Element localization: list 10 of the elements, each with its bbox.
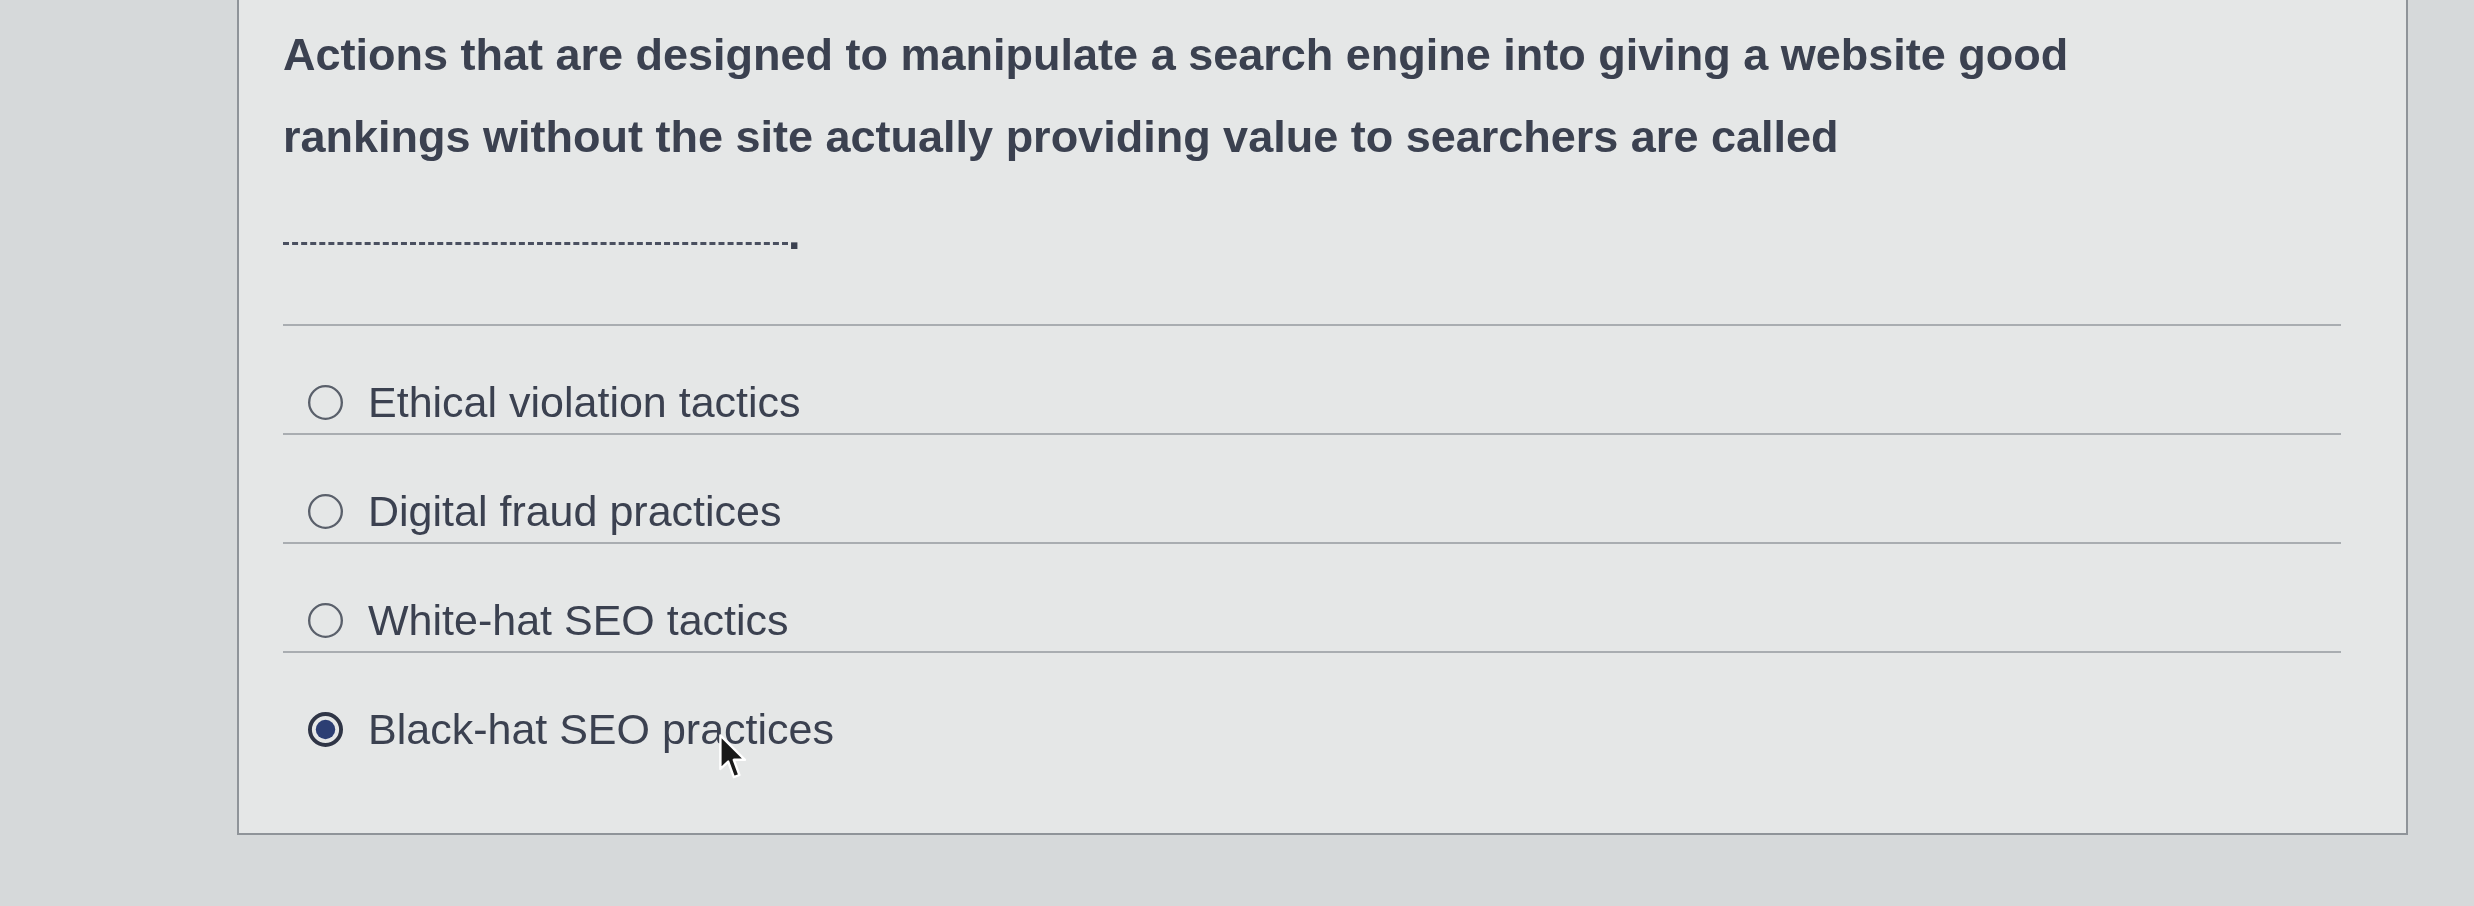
option-label[interactable]: Ethical violation tactics — [368, 379, 801, 425]
question-text: Actions that are designed to manipulate a search engine into giving a website good rankings without the site actually providing value to searchers are called — [283, 28, 2070, 164]
option-label[interactable]: White-hat SEO tactics — [368, 597, 789, 643]
radio-button[interactable] — [308, 711, 343, 747]
radio-button[interactable] — [308, 493, 343, 529]
period-text: . — [788, 211, 801, 261]
option-label[interactable]: Black-hat SEO practices — [368, 706, 834, 752]
radio-button[interactable] — [308, 602, 343, 638]
option-label[interactable]: Digital fraud practices — [368, 488, 782, 534]
radio-button[interactable] — [308, 384, 343, 420]
